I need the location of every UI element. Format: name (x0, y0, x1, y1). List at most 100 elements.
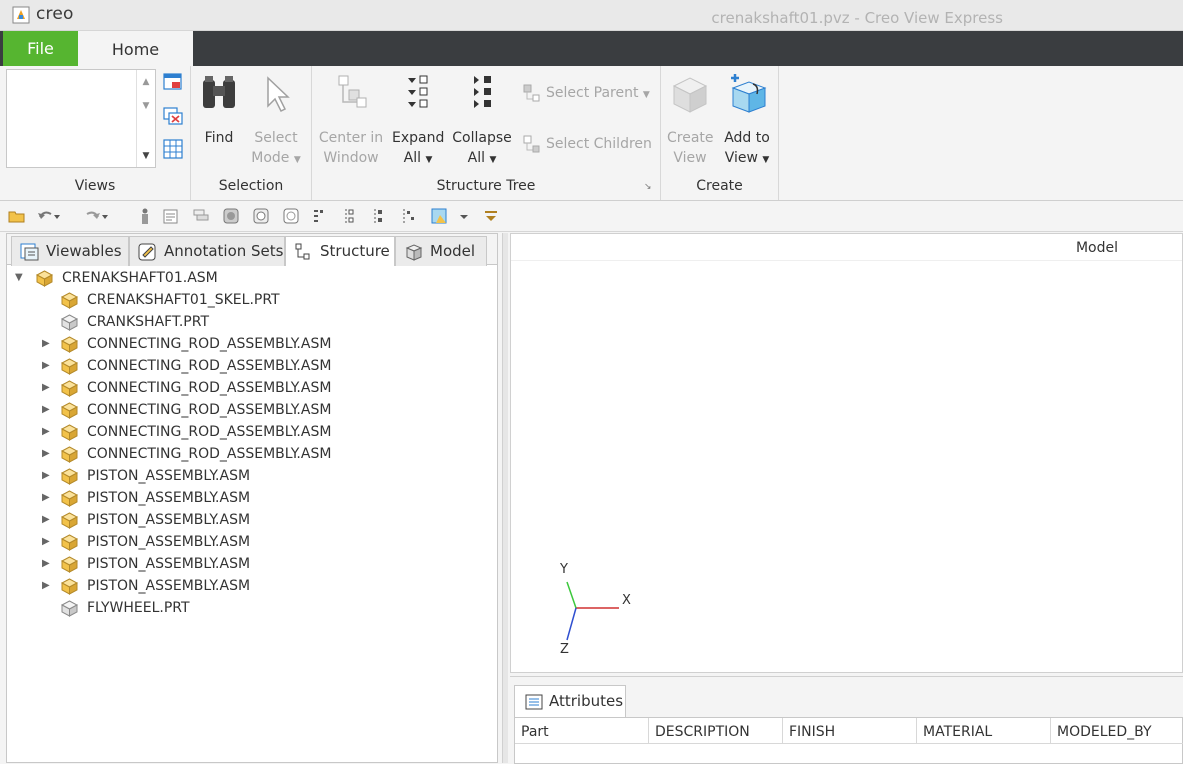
add-to-view-button[interactable]: Add to View ▼ (719, 72, 775, 170)
tab-annotation-sets[interactable]: Annotation Sets (129, 236, 285, 266)
tree-levels-icon[interactable] (400, 207, 418, 225)
scroll-up-icon[interactable]: ▲ (137, 70, 155, 94)
tree-item[interactable]: ▶ CONNECTING_ROD_ASSEMBLY.ASM (7, 377, 497, 399)
person-icon[interactable] (136, 207, 154, 225)
select-parent-button[interactable]: Select Parent ▼ (522, 83, 650, 103)
creo-logo-icon (12, 6, 30, 24)
tree-item[interactable]: ▶ PISTON_ASSEMBLY.ASM (7, 465, 497, 487)
tree-item-label: CONNECTING_ROD_ASSEMBLY.ASM (87, 380, 332, 396)
collapse-all-icon (474, 76, 491, 108)
tree-root[interactable]: ▼ CRENAKSHAFT01.ASM (7, 267, 497, 289)
view-grid-icon[interactable] (163, 139, 183, 159)
views-list[interactable]: ▲ ▼ ▼ (6, 69, 156, 168)
customize-toolbar-icon[interactable] (482, 207, 500, 225)
column-header-finish[interactable]: FINISH (783, 718, 917, 744)
column-header-modeled-by[interactable]: MODELED_BY (1051, 718, 1183, 744)
tree-item[interactable]: ▶ CONNECTING_ROD_ASSEMBLY.ASM (7, 443, 497, 465)
expand-triangle-icon[interactable]: ▶ (42, 443, 54, 465)
tab-model[interactable]: Model (395, 236, 487, 266)
dialog-launcher-icon[interactable]: ↘ (644, 182, 654, 192)
scroll-more-icon[interactable]: ▼ (137, 144, 155, 168)
expand-triangle-icon[interactable]: ▶ (42, 509, 54, 531)
add-to-view-icon (731, 74, 767, 113)
y-axis-line (566, 581, 577, 609)
undo-icon[interactable] (36, 207, 60, 225)
expand-triangle-icon[interactable]: ▶ (42, 355, 54, 377)
column-header-description[interactable]: DESCRIPTION (649, 718, 783, 744)
tab-viewables[interactable]: Viewables (11, 236, 129, 266)
expand-label-2: All (403, 150, 421, 166)
part-cube-icon (61, 314, 78, 331)
tree-item[interactable]: CRENAKSHAFT01_SKEL.PRT (7, 289, 497, 311)
tab-structure[interactable]: Structure (285, 236, 395, 266)
expand-triangle-icon[interactable]: ▶ (42, 465, 54, 487)
open-folder-icon[interactable] (8, 207, 26, 225)
tree-collapse-small-icon[interactable] (370, 207, 388, 225)
scroll-down-icon[interactable]: ▼ (137, 94, 155, 118)
tree-item[interactable]: ▶ CONNECTING_ROD_ASSEMBLY.ASM (7, 333, 497, 355)
properties-icon[interactable] (162, 207, 180, 225)
expand-triangle-icon[interactable]: ▶ (42, 531, 54, 553)
display-mode-icon[interactable] (430, 207, 470, 225)
find-button[interactable]: Find (197, 72, 241, 148)
tree-item[interactable]: FLYWHEEL.PRT (7, 597, 497, 619)
select-mode-button[interactable]: Select Mode ▼ (249, 72, 303, 170)
tree-item[interactable]: ▶ PISTON_ASSEMBLY.ASM (7, 531, 497, 553)
expand-triangle-icon[interactable]: ▶ (42, 421, 54, 443)
expand-all-button[interactable]: Expand All ▼ (392, 72, 444, 170)
expand-triangle-icon[interactable]: ▶ (42, 487, 54, 509)
expand-triangle-icon[interactable]: ▶ (42, 399, 54, 421)
expand-triangle-icon[interactable]: ▶ (42, 575, 54, 597)
redo-icon[interactable] (84, 207, 108, 225)
select-children-icon (523, 135, 540, 153)
expand-triangle-icon[interactable]: ▶ (42, 377, 54, 399)
expand-triangle-icon[interactable]: ▶ (42, 553, 54, 575)
ribbon-group-selection: Find Select Mode ▼ Selection (191, 66, 312, 200)
tab-file[interactable]: File (3, 31, 78, 66)
column-header-material[interactable]: MATERIAL (917, 718, 1051, 744)
tab-home[interactable]: Home (78, 31, 193, 66)
select-parent-label: Select Parent (546, 85, 639, 101)
view-save-icon[interactable] (163, 72, 183, 92)
structure-label: Structure (320, 242, 390, 260)
tree-item[interactable]: ▶ PISTON_ASSEMBLY.ASM (7, 509, 497, 531)
tree-item-label: PISTON_ASSEMBLY.ASM (87, 490, 251, 506)
assembly-cube-icon (61, 512, 78, 529)
tree-item[interactable]: ▶ CONNECTING_ROD_ASSEMBLY.ASM (7, 421, 497, 443)
views-scrollbar[interactable]: ▲ ▼ ▼ (136, 70, 155, 167)
dropdown-arrow-icon: ▼ (642, 90, 650, 100)
3d-viewport[interactable]: Model X Y Z (510, 233, 1183, 673)
pointer-icon (267, 76, 290, 113)
tree-item[interactable]: CRANKSHAFT.PRT (7, 311, 497, 333)
tree-root-label: CRENAKSHAFT01.ASM (62, 270, 218, 286)
view-delete-icon[interactable] (163, 106, 183, 126)
viewables-icon (20, 243, 39, 260)
tree-item[interactable]: ▶ CONNECTING_ROD_ASSEMBLY.ASM (7, 355, 497, 377)
ribbon-group-structure-tree: Center in Window Expand All ▼ Collapse A… (312, 66, 661, 200)
select-parent-icon (523, 84, 540, 102)
select-mode-label-2: Mode (251, 150, 290, 166)
expand-label-1: Expand (392, 130, 445, 146)
quick-access-toolbar (0, 201, 1183, 232)
expand-triangle-icon[interactable]: ▶ (42, 333, 54, 355)
create-view-button[interactable]: Create View (667, 72, 714, 168)
collapse-triangle-icon[interactable]: ▼ (15, 267, 27, 289)
tree-item[interactable]: ▶ PISTON_ASSEMBLY.ASM (7, 553, 497, 575)
tree-expand-small-icon[interactable] (340, 207, 358, 225)
tab-attributes[interactable]: Attributes (514, 685, 626, 717)
wireframe-view-icon[interactable] (252, 207, 270, 225)
tree-small-icon[interactable] (310, 207, 328, 225)
part-cube-icon (61, 600, 78, 617)
column-header-part[interactable]: Part (515, 718, 649, 744)
shaded-view-icon[interactable] (222, 207, 240, 225)
collapse-all-button[interactable]: Collapse All ▼ (452, 72, 512, 170)
center-in-window-button[interactable]: Center in Window (318, 72, 384, 168)
tree-item[interactable]: ▶ PISTON_ASSEMBLY.ASM (7, 575, 497, 597)
tree-item[interactable]: ▶ CONNECTING_ROD_ASSEMBLY.ASM (7, 399, 497, 421)
select-children-button[interactable]: Select Children (522, 134, 652, 154)
panel-splitter[interactable] (502, 233, 508, 763)
layers-icon[interactable] (192, 207, 210, 225)
tree-item[interactable]: ▶ PISTON_ASSEMBLY.ASM (7, 487, 497, 509)
hidden-line-icon[interactable] (282, 207, 300, 225)
z-axis-label: Z (560, 642, 569, 657)
